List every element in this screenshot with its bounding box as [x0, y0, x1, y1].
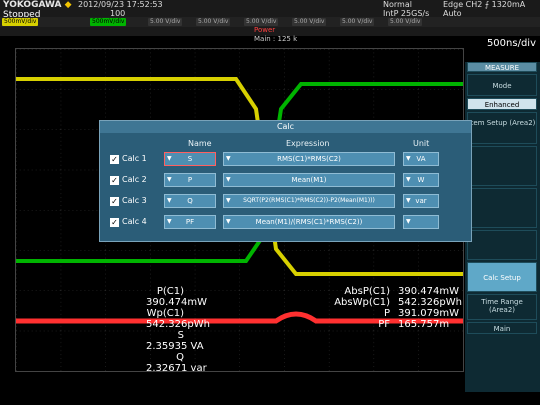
calc-4-name-field[interactable]: ▼ PF [164, 215, 216, 229]
mode-button[interactable]: Mode [467, 74, 537, 96]
calc-3-unit-field[interactable]: ▼ var [403, 194, 439, 208]
calc-4-checkbox[interactable]: ✓ [110, 218, 119, 227]
channel-6-scale[interactable]: 5.00 V/div [292, 18, 327, 26]
enhanced-label: Enhanced [467, 98, 537, 110]
channel-4-scale[interactable]: 5.00 V/div [196, 18, 231, 26]
channel-2-scale[interactable]: 500mV/div [90, 18, 127, 26]
calc-1-name-field[interactable]: ▼ S [164, 152, 216, 166]
calc-3-checkbox[interactable]: ✓ [110, 197, 119, 206]
calc-3-expression-field[interactable]: ▼ SQRT(P2(RMS(C1)*RMS(C2))-P2(Mean(M1))) [223, 194, 395, 208]
menu-blank-3[interactable] [467, 230, 537, 260]
dropdown-triangle-icon: ▼ [226, 155, 231, 162]
calc-2-name-field[interactable]: ▼ P [164, 173, 216, 187]
unit-column-header: Unit [413, 139, 430, 148]
timestamp: 2012/09/23 17:52:53 [78, 0, 163, 9]
acquisition-mode: Normal IntP 25GS/s [383, 0, 430, 18]
main-record-label: Main : 125 k [254, 35, 298, 43]
dropdown-triangle-icon: ▼ [167, 197, 172, 204]
calc-row: ✓ Calc 4 ▼ PF ▼ Mean(M1)/(RMS(C1)*RMS(C2))… [100, 215, 471, 231]
measurements-right: AbsP(C1) 390.474mW AbsWp(C1) 542.326pWh P3… [334, 286, 462, 330]
dropdown-triangle-icon: ▼ [226, 218, 231, 225]
dropdown-triangle-icon: ▼ [167, 155, 172, 162]
dropdown-triangle-icon: ▼ [406, 197, 411, 204]
menu-blank-1[interactable] [467, 146, 537, 186]
calc-row: ✓ Calc 2 ▼ P ▼ Mean(M1) ▼ W [100, 173, 471, 189]
dialog-title: Calc [100, 121, 471, 133]
item-setup-button[interactable]: Item Setup (Area2) [467, 112, 537, 144]
calc-1-label: Calc 1 [122, 154, 147, 163]
main-button[interactable]: Main [467, 322, 537, 334]
calc-row: ✓ Calc 3 ▼ Q ▼ SQRT(P2(RMS(C1)*RMS(C2))-P2… [100, 194, 471, 210]
calc-dialog: Calc Name Expression Unit ✓ Calc 1 ▼ S ▼ R… [99, 120, 472, 242]
dropdown-triangle-icon: ▼ [226, 197, 231, 204]
calc-setup-button[interactable]: Calc Setup [467, 262, 537, 292]
channel-8-scale[interactable]: 5.00 V/div [388, 18, 423, 26]
calc-4-unit-field[interactable]: ▼ [403, 215, 439, 229]
expression-column-header: Expression [286, 139, 330, 148]
trigger-info: Edge CH2 ⨍ 1320mA Auto [443, 0, 526, 18]
calc-2-unit-field[interactable]: ▼ W [403, 173, 439, 187]
timebase-readout: 500ns/div [486, 38, 536, 49]
name-column-header: Name [188, 139, 212, 148]
calc-1-checkbox[interactable]: ✓ [110, 155, 119, 164]
measure-side-menu: MEASURE Mode Enhanced Item Setup (Area2)… [465, 62, 540, 392]
calc-4-expression-field[interactable]: ▼ Mean(M1)/(RMS(C1)*RMS(C2)) [223, 215, 395, 229]
time-range-button[interactable]: Time Range (Area2) [467, 294, 537, 320]
channel-7-scale[interactable]: 5.00 V/div [340, 18, 375, 26]
calc-3-name-field[interactable]: ▼ Q [164, 194, 216, 208]
calc-1-unit-field[interactable]: ▼ VA [403, 152, 439, 166]
logo-diamond-icon: ◆ [64, 0, 72, 10]
dropdown-triangle-icon: ▼ [406, 218, 411, 225]
calc-4-label: Calc 4 [122, 217, 147, 226]
menu-title: MEASURE [467, 62, 537, 72]
dropdown-triangle-icon: ▼ [406, 176, 411, 183]
calc-2-expression-field[interactable]: ▼ Mean(M1) [223, 173, 395, 187]
channel-3-scale[interactable]: 5.00 V/div [148, 18, 183, 26]
dropdown-triangle-icon: ▼ [406, 155, 411, 162]
channel-5-scale[interactable]: 5.00 V/div [244, 18, 279, 26]
dropdown-triangle-icon: ▼ [226, 176, 231, 183]
dropdown-triangle-icon: ▼ [167, 218, 172, 225]
channel-1-scale[interactable]: 500mV/div [2, 18, 39, 26]
calc-1-expression-field[interactable]: ▼ RMS(C1)*RMS(C2) [223, 152, 395, 166]
calc-row: ✓ Calc 1 ▼ S ▼ RMS(C1)*RMS(C2) ▼ VA [100, 152, 471, 168]
menu-blank-2[interactable] [467, 188, 537, 228]
calc-2-checkbox[interactable]: ✓ [110, 176, 119, 185]
calc-3-label: Calc 3 [122, 196, 147, 205]
measurements-left: P(C1)390.474mW Wp(C1)542.326pWh S2.35935… [146, 286, 210, 374]
power-label: Power [254, 26, 276, 34]
calc-2-label: Calc 2 [122, 175, 147, 184]
brand-logo: YOKOGAWA ◆ [3, 0, 72, 10]
dropdown-triangle-icon: ▼ [167, 176, 172, 183]
